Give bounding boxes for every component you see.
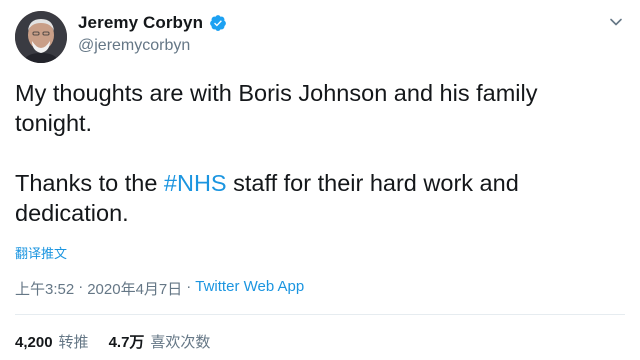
hashtag-link[interactable]: #NHS (164, 170, 227, 196)
author-handle[interactable]: @jeremycorbyn (78, 37, 190, 55)
likes-label: 喜欢次数 (150, 334, 211, 351)
meta-separator: · (186, 278, 192, 295)
likes-stat[interactable]: 4.7万 喜欢次数 (109, 331, 211, 352)
avatar[interactable] (15, 11, 67, 63)
tweet-stats: 4,200 转推 4.7万 喜欢次数 (15, 331, 230, 352)
retweets-stat[interactable]: 4,200 转推 (15, 331, 89, 352)
tweet-line-2-prefix: Thanks to the (15, 170, 164, 196)
meta-separator: · (78, 278, 84, 295)
tweet-time[interactable]: 上午3:52 (15, 278, 74, 299)
tweet-card: Jeremy Corbyn @jeremycorbyn My thoughts … (0, 0, 640, 360)
likes-count: 4.7万 (108, 334, 145, 351)
author-name-row: Jeremy Corbyn (78, 13, 227, 33)
chevron-down-icon[interactable] (608, 14, 624, 30)
avatar-image (15, 11, 67, 63)
tweet-text: My thoughts are with Boris Johnson and h… (15, 78, 615, 228)
retweets-label: 转推 (58, 334, 89, 351)
verified-badge-icon (209, 14, 227, 32)
tweet-meta: 上午3:52 · 2020年4月7日 · Twitter Web App (15, 278, 304, 299)
tweet-line-2: Thanks to the #NHS staff for their hard … (15, 168, 615, 228)
divider (15, 314, 625, 315)
tweet-line-1: My thoughts are with Boris Johnson and h… (15, 80, 538, 136)
tweet-date[interactable]: 2020年4月7日 (87, 278, 182, 299)
retweets-count: 4,200 (15, 334, 53, 351)
translate-tweet-link[interactable]: 翻译推文 (15, 243, 67, 262)
author-display-name[interactable]: Jeremy Corbyn (78, 13, 203, 33)
tweet-source-link[interactable]: Twitter Web App (195, 278, 304, 299)
